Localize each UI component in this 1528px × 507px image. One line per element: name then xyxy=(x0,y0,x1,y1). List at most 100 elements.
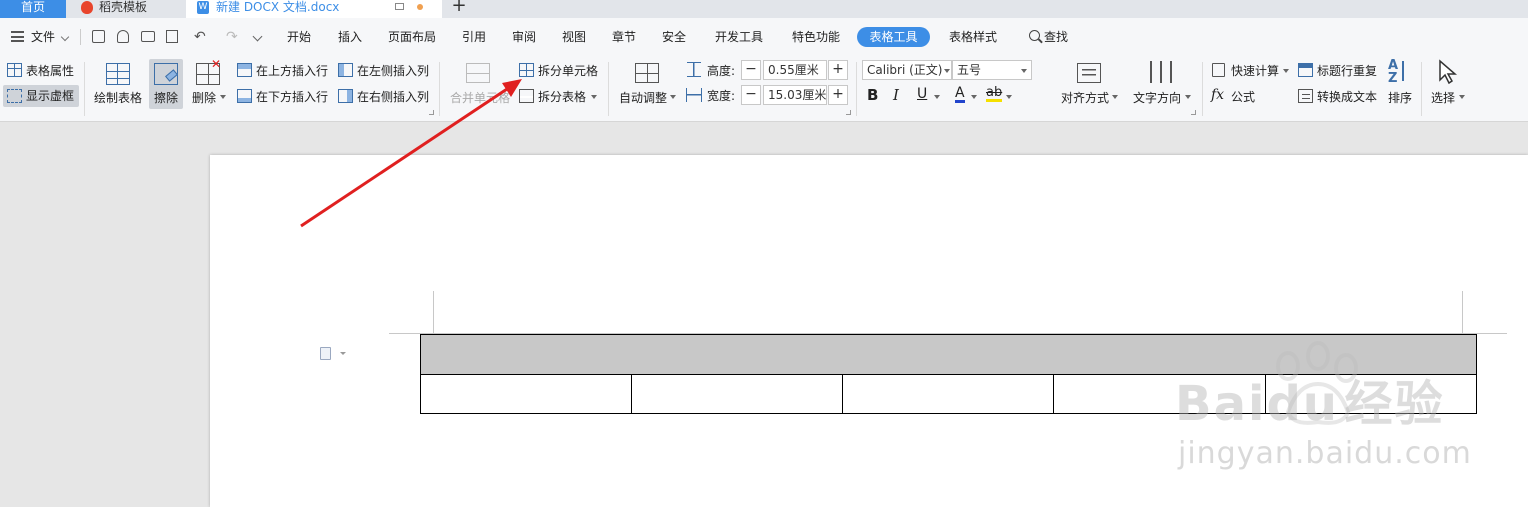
monitor-icon[interactable] xyxy=(395,3,404,10)
show-gridlines-label: 显示虚框 xyxy=(26,89,75,103)
font-color-button[interactable]: A xyxy=(955,86,965,103)
print-icon[interactable] xyxy=(141,31,155,42)
file-menu[interactable]: 文件 xyxy=(31,28,55,46)
height-decrease-button[interactable]: − xyxy=(741,60,761,80)
watermark-brand-part3: 经验 xyxy=(1344,376,1445,432)
insert-row-below-icon xyxy=(237,89,252,103)
chevron-down-icon[interactable] xyxy=(1006,95,1012,99)
row-height-icon xyxy=(687,62,701,77)
table-cell-3[interactable] xyxy=(842,374,1054,414)
chevron-down-icon[interactable] xyxy=(1459,95,1465,99)
format-painter-icon[interactable] xyxy=(117,30,129,43)
underline-button[interactable]: U xyxy=(917,86,927,102)
chevron-down-icon[interactable] xyxy=(1021,69,1027,73)
redo-icon[interactable]: ↷ xyxy=(226,30,238,44)
chevron-down-icon[interactable] xyxy=(1112,95,1118,99)
height-label: 高度: xyxy=(707,64,736,78)
table-properties-button[interactable]: 表格属性 xyxy=(26,63,74,79)
height-increase-button[interactable]: + xyxy=(828,60,848,80)
draw-table-icon xyxy=(106,63,130,85)
tab-document-label: 新建 DOCX 文档.docx xyxy=(216,0,340,14)
menu-tab-developer[interactable]: 开发工具 xyxy=(715,28,763,46)
width-label: 宽度: xyxy=(707,89,736,103)
chevron-down-icon[interactable] xyxy=(1283,69,1289,73)
font-name-select[interactable]: Calibri (正文) xyxy=(862,60,952,80)
chevron-down-icon[interactable] xyxy=(670,95,676,99)
menu-tab-view[interactable]: 视图 xyxy=(562,28,586,46)
menu-tab-table-tools[interactable]: 表格工具 xyxy=(857,27,930,47)
align-icon xyxy=(1077,63,1101,83)
tab-template-label: 稻壳模板 xyxy=(99,0,148,14)
chevron-down-icon[interactable] xyxy=(591,95,597,99)
auto-fit-button[interactable]: 自动调整 xyxy=(619,90,667,106)
highlight-button[interactable]: ab xyxy=(986,86,1003,102)
height-input[interactable]: 0.55厘米 xyxy=(763,60,827,80)
chevron-down-icon[interactable] xyxy=(971,95,977,99)
align-button[interactable]: 对齐方式 xyxy=(1061,90,1109,106)
chevron-down-icon[interactable] xyxy=(944,69,950,73)
chevron-down-icon[interactable] xyxy=(220,95,226,99)
menu-tab-insert[interactable]: 插入 xyxy=(338,28,362,46)
sort-button[interactable]: 排序 xyxy=(1388,90,1412,106)
margin-guide-right xyxy=(1462,291,1463,333)
tab-home[interactable]: 首页 xyxy=(0,0,66,18)
italic-button[interactable]: I xyxy=(893,87,899,103)
new-tab-button[interactable]: + xyxy=(448,0,470,18)
watermark-brand-part1: Bai xyxy=(1175,376,1267,432)
ribbon-separator xyxy=(84,62,85,116)
select-cursor-icon xyxy=(1438,59,1458,88)
menu-tab-home[interactable]: 开始 xyxy=(287,28,311,46)
watermark-url: jingyan.baidu.com xyxy=(1178,436,1472,471)
convert-to-text-button[interactable]: 转换成文本 xyxy=(1317,89,1377,105)
undo-icon[interactable]: ↶ xyxy=(194,30,206,44)
erase-label: 擦除 xyxy=(154,91,179,105)
text-direction-icon xyxy=(1150,61,1172,83)
font-size-select[interactable]: 五号 xyxy=(952,60,1032,80)
watermark-brand: Baidu 经验 xyxy=(1175,376,1444,432)
sort-icon: AZ xyxy=(1388,58,1399,86)
menu-tab-security[interactable]: 安全 xyxy=(662,28,686,46)
delete-x-icon: ✕ xyxy=(211,57,222,71)
tab-template[interactable]: 稻壳模板 xyxy=(67,0,185,18)
chevron-down-icon[interactable] xyxy=(1185,95,1191,99)
search-label[interactable]: 查找 xyxy=(1044,28,1068,46)
print-preview-icon[interactable] xyxy=(166,30,178,43)
title-repeat-icon xyxy=(1298,63,1313,77)
delete-button[interactable]: 删除 xyxy=(192,90,216,106)
paragraph-options-icon[interactable] xyxy=(320,347,331,360)
col-width-icon xyxy=(686,88,702,102)
wps-writer-icon: W xyxy=(197,1,209,14)
chevron-down-icon[interactable] xyxy=(934,95,940,99)
title-repeat-button[interactable]: 标题行重复 xyxy=(1317,63,1377,79)
width-input[interactable]: 15.03厘米 xyxy=(763,85,827,105)
width-decrease-button[interactable]: − xyxy=(741,85,761,105)
text-direction-button[interactable]: 文字方向 xyxy=(1133,90,1181,106)
dialog-launcher-icon[interactable] xyxy=(1191,110,1196,115)
quick-calc-button[interactable]: 快速计算 xyxy=(1231,63,1279,79)
formula-button[interactable]: 公式 xyxy=(1231,89,1255,105)
table-cell-2[interactable] xyxy=(631,374,843,414)
menu-tab-review[interactable]: 审阅 xyxy=(512,28,536,46)
convert-to-text-icon xyxy=(1298,89,1313,103)
chevron-down-icon[interactable] xyxy=(340,352,346,355)
save-icon[interactable] xyxy=(92,30,105,43)
calculator-icon xyxy=(1212,63,1225,77)
ribbon-separator xyxy=(856,62,857,116)
menu-tab-references[interactable]: 引用 xyxy=(462,28,486,46)
width-increase-button[interactable]: + xyxy=(828,85,848,105)
table-properties-icon xyxy=(7,63,22,77)
dialog-launcher-icon[interactable] xyxy=(846,110,851,115)
bold-button[interactable]: B xyxy=(867,87,878,103)
draw-table-button[interactable]: 绘制表格 xyxy=(94,90,142,106)
tab-document[interactable]: W 新建 DOCX 文档.docx xyxy=(186,0,442,18)
formula-icon: fx xyxy=(1211,87,1225,103)
menu-tab-chapter[interactable]: 章节 xyxy=(612,28,636,46)
menu-tab-features[interactable]: 特色功能 xyxy=(792,28,840,46)
menu-tab-page-layout[interactable]: 页面布局 xyxy=(388,28,436,46)
menu-tab-table-style[interactable]: 表格样式 xyxy=(949,28,997,46)
hamburger-icon[interactable] xyxy=(11,31,24,42)
daoke-icon xyxy=(81,1,93,14)
select-button[interactable]: 选择 xyxy=(1431,90,1455,106)
table-cell-1[interactable] xyxy=(420,374,632,414)
toolbar-separator xyxy=(80,29,81,45)
